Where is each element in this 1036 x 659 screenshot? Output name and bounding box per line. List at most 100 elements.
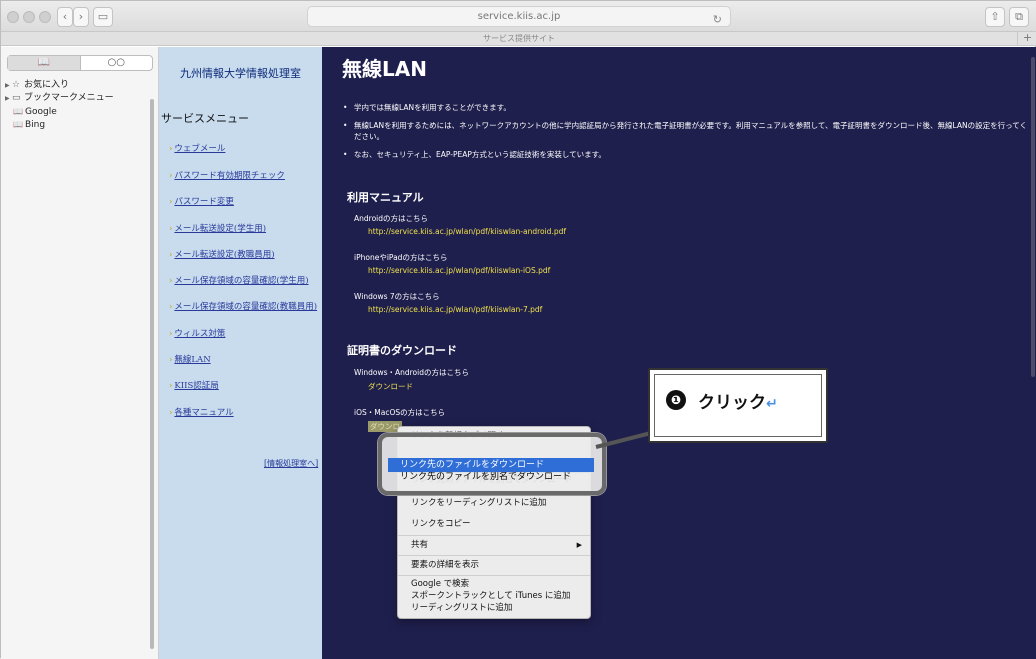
manual-heading: 利用マニュアル <box>347 191 424 204</box>
click-callout: ❶ クリック↵ <box>648 368 828 443</box>
arrow-icon: › <box>169 381 173 391</box>
share-button[interactable]: ⇧ <box>985 7 1005 27</box>
disclosure-triangle-icon[interactable]: ▶ <box>5 92 12 105</box>
arrow-icon: › <box>169 250 173 260</box>
callout-text: クリック↵ <box>698 388 778 413</box>
bookmark-google[interactable]: 📖 Google <box>5 105 114 118</box>
address-bar[interactable]: service.kiis.ac.jp ↻ <box>307 6 731 27</box>
arrow-icon: › <box>169 197 173 207</box>
nav-link-manuals[interactable]: › 各種マニュアル <box>169 406 234 418</box>
browser-window: ‹ › ▭ service.kiis.ac.jp ↻ ⇧ ⧉ サービス提供サイト… <box>0 0 1036 659</box>
menu-share-label: 共有 <box>411 540 429 550</box>
arrow-icon: › <box>169 276 173 286</box>
browser-toolbar: ‹ › ▭ service.kiis.ac.jp ↻ ⇧ ⧉ <box>1 1 1036 32</box>
close-window-button[interactable] <box>7 11 19 23</box>
arrow-icon: › <box>169 408 173 418</box>
bullet-item: 学内では無線LANを利用することができます。 <box>342 102 1027 113</box>
nav-link-mail-quota-student[interactable]: › メール保存領域の容量確認(学生用) <box>169 274 309 286</box>
manual-link-windows[interactable]: http://service.kiis.ac.jp/wlan/pdf/kiisw… <box>368 305 542 314</box>
reading-list-tab[interactable]: ○○ <box>81 56 153 70</box>
bullet-item: 無線LANを利用するためには、ネットワークアカウントの他に学内認証局から発行され… <box>342 120 1027 142</box>
nav-link-label: ウェブメール <box>174 144 226 154</box>
bookmarks-sidebar: 📖 ○○ ▶ ☆ お気に入り ▶ ▭ ブックマークメニュー 📖 Google 📖 Bing <box>1 47 159 659</box>
service-menu-heading: サービスメニュー <box>161 112 249 125</box>
folder-icon: ▭ <box>12 93 21 103</box>
nav-link-label: メール保存領域の容量確認(学生用) <box>174 276 309 286</box>
minimize-window-button[interactable] <box>23 11 35 23</box>
forward-button[interactable]: › <box>73 7 89 27</box>
nav-link-kiis-ca[interactable]: › KIIS認証局 <box>169 379 219 391</box>
glasses-icon: ○○ <box>107 57 125 68</box>
nav-link-mail-forward-student[interactable]: › メール転送設定(学生用) <box>169 222 266 234</box>
intro-bullets: 学内では無線LANを利用することができます。 無線LANを利用するためには、ネッ… <box>342 102 1027 167</box>
menu-add-to-reading-list[interactable]: リーディングリストに追加 <box>398 602 590 614</box>
reload-icon[interactable]: ↻ <box>713 10 722 29</box>
arrow-icon: › <box>169 302 173 312</box>
menu-add-spoken-track-itunes[interactable]: スポークントラックとして iTunes に追加 <box>398 590 590 602</box>
tab-bar: サービス提供サイト + <box>1 32 1036 46</box>
disclosure-triangle-icon[interactable]: ▶ <box>5 79 12 92</box>
address-text: service.kiis.ac.jp <box>477 11 561 22</box>
bookmark-label: Bing <box>25 120 46 130</box>
callout-label: クリック <box>698 393 766 413</box>
nav-link-password-check[interactable]: › パスワード有効期限チェック <box>169 169 285 181</box>
nav-link-antivirus[interactable]: › ウィルス対策 <box>169 327 225 339</box>
nav-link-mail-forward-staff[interactable]: › メール転送設定(教職員用) <box>169 248 275 260</box>
menu-inspect-element[interactable]: 要素の詳細を表示 <box>398 558 590 572</box>
menu-share[interactable]: 共有 ▶ <box>398 538 590 552</box>
nav-link-mail-quota-staff[interactable]: › メール保存領域の容量確認(教職員用) <box>169 300 317 312</box>
sidebar-icon: ▭ <box>97 10 109 23</box>
arrow-icon: › <box>169 355 173 365</box>
menu-separator <box>398 535 590 536</box>
sidebar-toggle-button[interactable]: ▭ <box>93 7 113 27</box>
zoom-download-linked-file[interactable]: リンク先のファイルをダウンロード <box>388 458 594 472</box>
cert-heading: 証明書のダウンロード <box>347 344 457 357</box>
bookmark-folder-menu[interactable]: ▶ ▭ ブックマークメニュー <box>5 92 114 105</box>
manual-caption-windows: Windows 7の方はこちら <box>354 292 440 301</box>
menu-search-google[interactable]: Google で検索 <box>398 578 590 590</box>
book-icon: 📖 <box>13 120 23 129</box>
bookmarks-tab[interactable]: 📖 <box>8 56 81 70</box>
menu-copy-link[interactable]: リンクをコピー <box>398 517 590 531</box>
site-title[interactable]: 九州情報大学情報処理室 <box>159 65 322 81</box>
bookmark-folder-favorites[interactable]: ▶ ☆ お気に入り <box>5 79 114 92</box>
info-office-link[interactable]: [情報処理室へ] <box>264 458 318 469</box>
book-icon: 📖 <box>13 107 23 116</box>
nav-link-wireless-lan[interactable]: › 無線LAN <box>169 353 211 365</box>
bookmark-list: ▶ ☆ お気に入り ▶ ▭ ブックマークメニュー 📖 Google 📖 Bing <box>5 79 114 131</box>
nav-link-label: KIIS認証局 <box>174 381 219 391</box>
share-icon: ⇧ <box>990 10 1000 23</box>
back-button[interactable]: ‹ <box>57 7 73 27</box>
sidebar-segmented-control: 📖 ○○ <box>7 55 153 71</box>
menu-add-link-reading-list[interactable]: リンクをリーディングリストに追加 <box>398 496 590 510</box>
arrow-icon: › <box>169 144 173 154</box>
manual-caption-ios: iPhoneやiPadの方はこちら <box>354 253 448 262</box>
cert-download-windows-link[interactable]: ダウンロード <box>368 381 413 392</box>
arrow-icon: › <box>169 171 173 181</box>
nav-link-webmail[interactable]: › ウェブメール <box>169 142 225 154</box>
manual-caption-android: Androidの方はこちら <box>354 214 428 223</box>
tabs-button[interactable]: ⧉ <box>1009 7 1029 27</box>
zoom-window-button[interactable] <box>39 11 51 23</box>
book-icon: 📖 <box>37 57 50 68</box>
sidebar-scrollbar[interactable] <box>150 99 154 649</box>
cert-caption-windows: Windows・Androidの方はこちら <box>354 368 469 377</box>
zoom-highlight: リンク先のファイルをダウンロード リンク先のファイルを別名でダウンロード <box>378 433 606 495</box>
nav-link-label: メール保存領域の容量確認(教職員用) <box>174 302 318 312</box>
bookmark-label: ブックマークメニュー <box>24 93 114 103</box>
arrow-icon: › <box>169 329 173 339</box>
manual-link-android[interactable]: http://service.kiis.ac.jp/wlan/pdf/kiisw… <box>368 227 566 236</box>
chevron-left-icon: ‹ <box>62 10 68 23</box>
content-scrollbar[interactable] <box>1031 57 1035 377</box>
menu-separator <box>398 555 590 556</box>
nav-link-label: パスワード変更 <box>174 197 234 207</box>
nav-link-label: 各種マニュアル <box>174 408 234 418</box>
tab-title[interactable]: サービス提供サイト <box>483 34 555 43</box>
manual-link-ios[interactable]: http://service.kiis.ac.jp/wlan/pdf/kiisw… <box>368 266 550 275</box>
nav-link-password-change[interactable]: › パスワード変更 <box>169 195 234 207</box>
page-title: 無線LAN <box>342 57 427 81</box>
new-tab-button[interactable]: + <box>1017 32 1036 46</box>
nav-link-label: ウィルス対策 <box>174 329 226 339</box>
bookmark-bing[interactable]: 📖 Bing <box>5 118 114 131</box>
arrow-icon: › <box>169 224 173 234</box>
